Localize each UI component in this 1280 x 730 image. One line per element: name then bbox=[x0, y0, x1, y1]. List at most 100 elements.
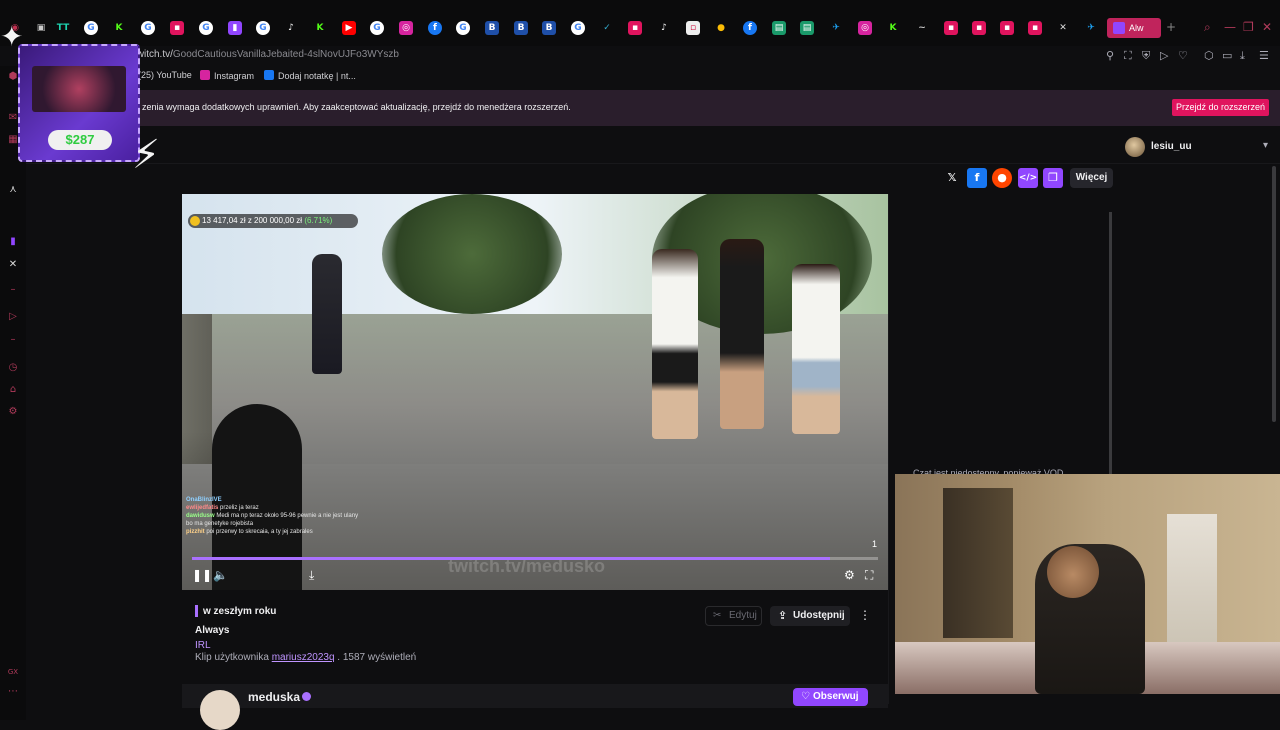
banner-text: zenia wymaga dodatkowych uprawnień. Aby … bbox=[142, 102, 571, 112]
donation-goal-overlay: 13 417,04 zł z 200 000,00 zł (6.71%) bbox=[188, 214, 358, 228]
play-icon[interactable]: ▷ bbox=[1160, 49, 1168, 62]
tab-google-icon[interactable]: G bbox=[456, 21, 470, 35]
share-embed-button[interactable]: </> bbox=[1018, 168, 1038, 188]
tab-google-icon[interactable]: G bbox=[571, 21, 585, 35]
tab-google-icon[interactable]: G bbox=[199, 21, 213, 35]
pin-icon[interactable]: ⚲ bbox=[1106, 49, 1114, 62]
tab-instagram-icon[interactable]: ◎ bbox=[858, 21, 872, 35]
follow-button[interactable]: ♡ Obserwuj bbox=[793, 688, 868, 706]
share-facebook-button[interactable]: f bbox=[967, 168, 987, 188]
progress-fill bbox=[192, 557, 830, 560]
tab-gamepad-icon[interactable]: ▣ bbox=[34, 21, 48, 35]
tab-page-icon[interactable]: ▪ bbox=[1000, 21, 1014, 35]
video-player[interactable]: 13 417,04 zł z 200 000,00 zł (6.71%) Ona… bbox=[182, 194, 888, 590]
tab-youtube-icon[interactable]: ▶ bbox=[342, 21, 356, 35]
webcam-head bbox=[1047, 546, 1099, 598]
shield-icon[interactable]: ⛨ bbox=[1142, 49, 1150, 63]
username[interactable]: lesiu_uu bbox=[1151, 141, 1192, 152]
bookmark-youtube[interactable]: (25) YouTube bbox=[138, 70, 192, 80]
chevron-down-icon[interactable]: ▾ bbox=[1263, 140, 1268, 151]
download-icon[interactable]: ⤓ bbox=[309, 568, 314, 583]
tab-page-icon[interactable]: ▪ bbox=[944, 21, 958, 35]
tab-bird-icon[interactable]: ✈ bbox=[829, 21, 843, 35]
edit-button[interactable]: ✂ Edytuj bbox=[705, 606, 762, 626]
tab-google-icon[interactable]: G bbox=[370, 21, 384, 35]
channel-name[interactable]: meduska bbox=[248, 690, 300, 704]
tab-sheet-icon[interactable]: ▤ bbox=[800, 21, 814, 35]
tab-kick-icon[interactable]: K bbox=[886, 21, 900, 35]
bookmark-note[interactable]: Dodaj notatkę | nt... bbox=[264, 70, 356, 81]
address-bar[interactable]: twitch.tv/GoodCautiousVanillaJebaited-4s… bbox=[0, 46, 1280, 66]
search-tabs-icon[interactable]: ⌕ bbox=[1204, 20, 1211, 35]
tab-page-icon[interactable]: ▪ bbox=[628, 21, 642, 35]
tab-facebook-icon[interactable]: f bbox=[428, 21, 442, 35]
tab-kick-icon[interactable]: K bbox=[112, 21, 126, 35]
tab-wave-icon[interactable]: ~ bbox=[915, 21, 929, 35]
tab-google-icon[interactable]: G bbox=[84, 21, 98, 35]
progress-bar[interactable] bbox=[192, 557, 878, 560]
clip-author-link[interactable]: mariusz2023q bbox=[272, 652, 335, 663]
volume-icon[interactable]: 🔈 bbox=[213, 568, 228, 582]
fullscreen-icon[interactable]: ⛶ bbox=[865, 568, 873, 583]
download-icon[interactable]: ⤓ bbox=[1240, 49, 1245, 63]
page-scrollbar[interactable] bbox=[1272, 166, 1276, 422]
wallet-icon[interactable]: ▭ bbox=[1222, 49, 1232, 62]
tab-booking-icon[interactable]: B bbox=[542, 21, 556, 35]
bookmark-instagram[interactable]: Instagram bbox=[200, 70, 254, 81]
tab-check-icon[interactable]: ✓ bbox=[600, 21, 614, 35]
avatar[interactable] bbox=[1125, 137, 1145, 157]
tab-google-icon[interactable]: G bbox=[256, 21, 270, 35]
more-share-button[interactable]: Więcej bbox=[1070, 168, 1113, 188]
stream-chat-overlay: OnaBlinzIVE ewlijedfatis przeliz ja tera… bbox=[186, 496, 366, 536]
menu-icon[interactable]: ☰ bbox=[1259, 49, 1269, 62]
sidebar-bookmark-icon[interactable]: ⌂ bbox=[7, 384, 19, 396]
sidebar-settings-icon[interactable]: ⚙ bbox=[7, 406, 19, 418]
pause-icon[interactable]: ❚❚ bbox=[192, 568, 212, 582]
tab-tiktok-icon[interactable]: ♪ bbox=[284, 21, 298, 35]
clip-info: w zeszłym roku Always IRL Klip użytkowni… bbox=[182, 596, 888, 686]
new-tab-button[interactable]: + bbox=[1166, 20, 1176, 34]
share-x-button[interactable]: 𝕏 bbox=[942, 168, 962, 188]
minimize-icon[interactable]: — bbox=[1224, 20, 1236, 34]
url-text[interactable]: twitch.tv/GoodCautiousVanillaJebaited-4s… bbox=[134, 49, 399, 60]
channel-avatar[interactable] bbox=[200, 690, 240, 730]
heart-icon[interactable]: ♡ bbox=[1178, 49, 1188, 62]
tab-google-icon[interactable]: G bbox=[141, 21, 155, 35]
share-button[interactable]: ⇪ Udostępnij bbox=[770, 606, 850, 626]
sidebar-aria-icon[interactable]: ⋏ bbox=[7, 184, 19, 196]
tab-twitch-icon[interactable]: ▮ bbox=[228, 21, 242, 35]
more-options-icon[interactable]: ⋮ bbox=[859, 608, 871, 622]
share-reddit-button[interactable]: ● bbox=[992, 168, 1012, 188]
open-extensions-button[interactable]: Przejdź do rozszerzeń bbox=[1172, 99, 1269, 116]
sidebar-twitch-icon[interactable]: ▮ bbox=[7, 236, 19, 248]
sidebar-more-icon[interactable]: ⋯ bbox=[7, 686, 19, 698]
close-icon[interactable]: ✕ bbox=[1262, 20, 1272, 34]
sidebar-x-icon[interactable]: ✕ bbox=[7, 259, 19, 271]
tab-booking-icon[interactable]: B bbox=[514, 21, 528, 35]
tab-tt-icon[interactable]: TT bbox=[56, 21, 70, 35]
share-copy-button[interactable]: ❐ bbox=[1043, 168, 1063, 188]
tab-sheet-icon[interactable]: ▤ bbox=[772, 21, 786, 35]
tab-page-icon[interactable]: ▪ bbox=[972, 21, 986, 35]
screenshot-icon[interactable]: ⛶ bbox=[1124, 49, 1132, 63]
tab-facebook-icon[interactable]: f bbox=[743, 21, 757, 35]
sidebar-play-icon[interactable]: ▷ bbox=[7, 311, 19, 323]
settings-icon[interactable]: ⚙ bbox=[844, 568, 855, 582]
tab-page-icon[interactable]: ▪ bbox=[170, 21, 184, 35]
sidebar-history-icon[interactable]: ◷ bbox=[7, 362, 19, 374]
tab-instagram-icon[interactable]: ◎ bbox=[399, 21, 413, 35]
extensions-icon[interactable]: ⬡ bbox=[1204, 49, 1214, 62]
browser-sidebar: ⬢ ✉ ▦ ⋏ ▮ ✕ – ▷ – ◷ ⌂ ⚙ GX ⋯ bbox=[0, 66, 26, 720]
tab-kick-icon[interactable]: K bbox=[313, 21, 327, 35]
tab-maps-icon[interactable]: ● bbox=[714, 21, 728, 35]
tab-bird-icon[interactable]: ✈ bbox=[1084, 21, 1098, 35]
tab-x-icon[interactable]: ✕ bbox=[1056, 21, 1070, 35]
tab-page-icon[interactable]: ▪ bbox=[1028, 21, 1042, 35]
clip-category-link[interactable]: IRL bbox=[195, 640, 211, 651]
tab-booking-icon[interactable]: B bbox=[485, 21, 499, 35]
tab-tiktok-icon[interactable]: ♪ bbox=[657, 21, 671, 35]
sidebar-gx-icon[interactable]: GX bbox=[7, 666, 19, 678]
tab-active[interactable]: Alw bbox=[1107, 18, 1161, 38]
maximize-icon[interactable]: ❐ bbox=[1243, 20, 1254, 34]
tab-page-icon[interactable]: ▫ bbox=[686, 21, 700, 35]
